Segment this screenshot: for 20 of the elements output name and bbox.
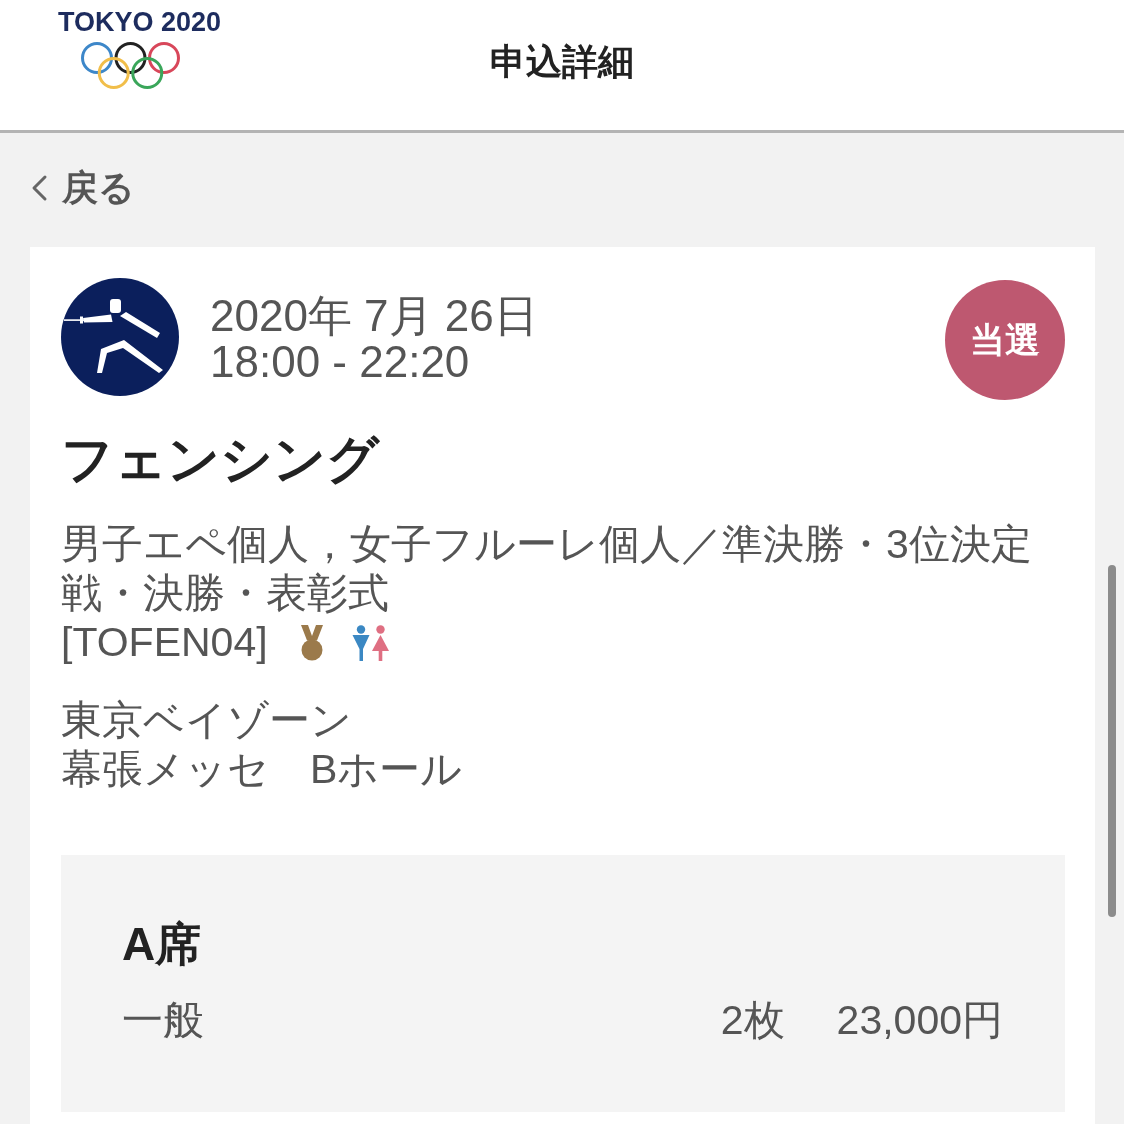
five-rings-icon — [81, 42, 181, 90]
venue-text: 東京ベイゾーン — [61, 696, 353, 745]
events-text: 男子エペ個人，女子フルーレ個人／準決勝・3位決定戦・決勝・表彰式 — [61, 520, 1033, 618]
ticket-quantity: 2枚 — [720, 996, 785, 1045]
back-link[interactable]: 戻る — [30, 166, 135, 210]
scrollbar-thumb[interactable] — [1108, 565, 1116, 917]
status-badge: 当選 — [945, 280, 1065, 400]
ticket-category: 一般 — [122, 996, 204, 1045]
event-time: 18:00 - 22:20 — [210, 339, 471, 385]
ticket-price: 23,000円 — [836, 996, 1003, 1045]
man-woman-icon — [351, 624, 390, 661]
chevron-left-icon — [30, 174, 48, 202]
page-title: 申込詳細 — [490, 40, 634, 84]
sport-title: フェンシング — [61, 429, 381, 490]
logo-text: TOKYO 2020 — [58, 9, 222, 36]
event-code: [TOFEN04] — [61, 618, 268, 667]
event-date: 2020年 7月 26日 — [210, 293, 538, 339]
fencer-icon — [61, 278, 179, 396]
seat-class: A席 — [122, 917, 203, 972]
venue-text: 幕張メッセ Bホール — [61, 745, 464, 794]
